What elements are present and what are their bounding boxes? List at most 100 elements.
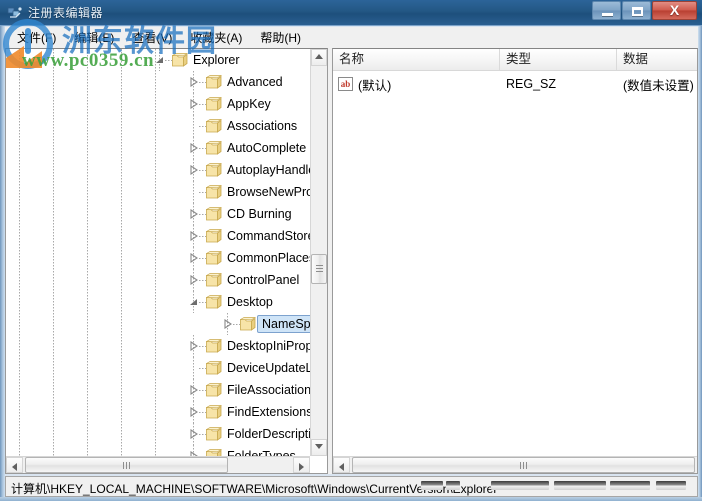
tree-item[interactable]: FileAssociation [6,379,311,401]
tree-item-label[interactable]: Desktop [227,294,273,310]
status-artifact [656,481,686,490]
tree-item-label[interactable]: DesktopIniPropertyN [227,338,311,354]
tree-item-label[interactable]: BrowseNewProcess [227,184,311,200]
tree-expander-collapsed-icon[interactable] [189,231,199,241]
table-row[interactable]: ab (默认) REG_SZ (数值未设置) [333,74,697,94]
tree-item-label[interactable]: AutoplayHandlers [227,162,311,178]
client-area: Explorer Advanced AppKey Associations AutoCo… [5,48,698,474]
registry-editor-window: 注册表编辑器 X 文件(F) 编辑(E) 查看(V) 收藏夹(A) 帮助(H) [0,0,702,501]
folder-icon [205,97,223,111]
cell-value-data: (数值未设置) [623,78,694,93]
tree-connector-line [199,434,206,435]
status-artifact [421,481,443,490]
tree-expander-collapsed-icon[interactable] [189,209,199,219]
column-header-data[interactable]: 数据 [617,49,697,70]
tree-item-label[interactable]: ControlPanel [227,272,299,288]
tree-item-label[interactable]: Associations [227,118,297,134]
close-button[interactable]: X [652,1,697,20]
tree-connector-line [199,148,206,149]
tree-expander-collapsed-icon[interactable] [189,253,199,263]
tree-item-label[interactable]: AutoComplete [227,140,306,156]
folder-icon [205,141,223,155]
registry-value-list-pane[interactable]: 名称 类型 数据 ab (默认) REG_SZ (数值未设置) [332,48,698,474]
tree-connector-line [193,357,194,379]
tree-expander-collapsed-icon[interactable] [189,165,199,175]
window-title: 注册表编辑器 [28,6,104,20]
menu-view[interactable]: 查看(V) [123,27,181,48]
tree-item[interactable]: Desktop [6,291,311,313]
tree-item[interactable]: CommonPlaces [6,247,311,269]
tree-horizontal-scrollbar[interactable] [6,456,310,473]
tree-item[interactable]: Advanced [6,71,311,93]
tree-item[interactable]: Associations [6,115,311,137]
scroll-left-button[interactable] [333,457,350,473]
tree-expander-collapsed-icon[interactable] [189,99,199,109]
folder-icon [205,295,223,309]
tree-connector-line [199,192,206,193]
tree-expander-collapsed-icon[interactable] [189,143,199,153]
tree-item-label[interactable]: Explorer [193,52,240,68]
tree-item[interactable]: CommandStore [6,225,311,247]
tree-item[interactable]: DesktopIniPropertyN [6,335,311,357]
tree-expander-collapsed-icon[interactable] [189,385,199,395]
tree-item[interactable]: NameSpace [6,313,311,335]
tree-item-label[interactable]: Advanced [227,74,283,90]
tree-expander-collapsed-icon[interactable] [189,407,199,417]
tree-item[interactable]: AutoplayHandlers [6,159,311,181]
tree-item-label[interactable]: CommonPlaces [227,250,311,266]
list-hscrollbar-thumb[interactable] [352,457,695,473]
tree-item[interactable]: DeviceUpdateLocatio [6,357,311,379]
list-header-row: 名称 类型 数据 [333,49,697,71]
scroll-up-button[interactable] [311,49,327,66]
tree-item-label[interactable]: DeviceUpdateLocatio [227,360,311,376]
list-horizontal-scrollbar[interactable] [333,456,697,473]
tree-connector-line [199,170,206,171]
tree-expander-collapsed-icon[interactable] [223,319,233,329]
tree-expander-collapsed-icon[interactable] [189,275,199,285]
scroll-right-button[interactable] [293,457,310,473]
tree-item-label-selected[interactable]: NameSpace [257,315,311,333]
tree-item[interactable]: BrowseNewProcess [6,181,311,203]
cell-value-name: (默认) [358,78,392,93]
minimize-button[interactable] [592,1,621,20]
menu-file[interactable]: 文件(F) [8,27,65,48]
scrollbar-grip-icon [519,462,528,469]
title-bar[interactable]: 注册表编辑器 X [0,0,702,26]
tree-item-label[interactable]: CD Burning [227,206,292,222]
tree-vertical-scrollbar[interactable] [310,49,327,456]
tree-scrollbar-thumb[interactable] [311,254,327,284]
tree-item[interactable]: FindExtensions [6,401,311,423]
scroll-left-button[interactable] [6,457,23,473]
tree-hscrollbar-thumb[interactable] [25,457,228,473]
maximize-icon [632,7,643,16]
status-artifact [491,481,549,490]
tree-item[interactable]: Explorer [6,49,311,71]
tree-item[interactable]: FolderDescriptions [6,423,311,445]
tree-item-label[interactable]: CommandStore [227,228,311,244]
tree-expander-collapsed-icon[interactable] [189,77,199,87]
tree-item[interactable]: CD Burning [6,203,311,225]
menu-favorites[interactable]: 收藏夹(A) [181,27,251,48]
maximize-button[interactable] [622,1,651,20]
menu-help[interactable]: 帮助(H) [251,27,310,48]
tree-expander-expanded-icon[interactable] [189,297,199,307]
tree-item-label[interactable]: FileAssociation [227,382,311,398]
scrollbar-grip-icon [316,265,323,273]
tree-item-label[interactable]: AppKey [227,96,271,112]
tree-expander-collapsed-icon[interactable] [189,341,199,351]
tree-item-label[interactable]: FindExtensions [227,404,311,420]
tree-item[interactable]: AppKey [6,93,311,115]
column-header-name[interactable]: 名称 [333,49,500,70]
tree-expander-collapsed-icon[interactable] [189,429,199,439]
registry-tree-pane[interactable]: Explorer Advanced AppKey Associations AutoCo… [5,48,328,474]
folder-icon [205,273,223,287]
tree-item[interactable]: ControlPanel [6,269,311,291]
tree-expander-expanded-icon[interactable] [155,55,165,65]
folder-icon [205,361,223,375]
tree-item-label[interactable]: FolderDescriptions [227,426,311,442]
column-header-type[interactable]: 类型 [500,49,617,70]
menu-edit[interactable]: 编辑(E) [65,27,123,48]
tree-item[interactable]: AutoComplete [6,137,311,159]
tree-connector-line [193,181,194,203]
scroll-down-button[interactable] [311,439,327,456]
